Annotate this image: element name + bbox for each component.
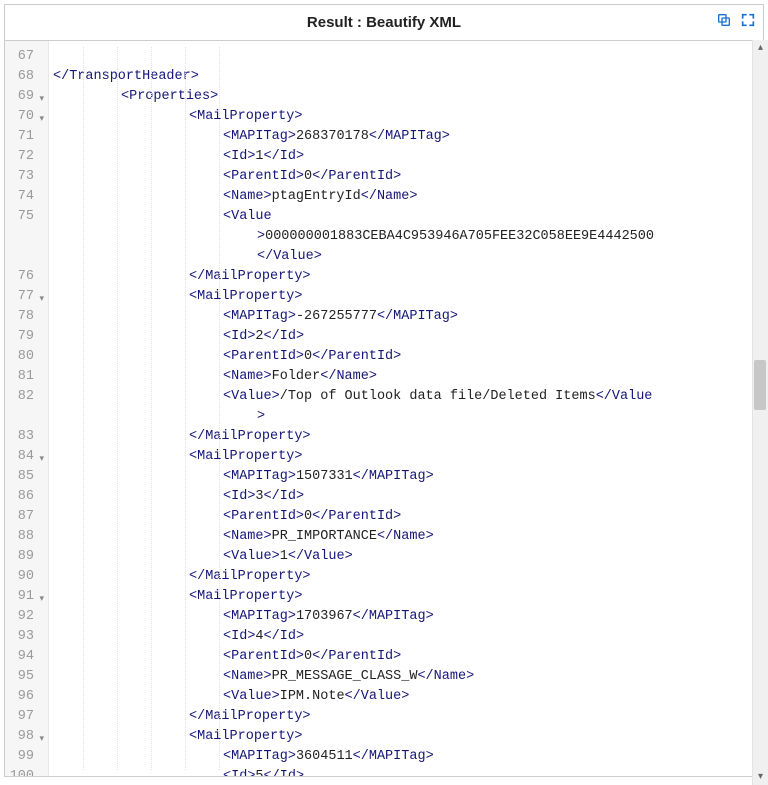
line-number: 91 — [7, 587, 42, 607]
line-number: 98 — [7, 727, 42, 747]
panel-title: Result : Beautify XML — [307, 14, 461, 31]
line-number: 92 — [7, 607, 42, 627]
result-panel: Result : Beautify XML 676869707172737475… — [4, 4, 764, 777]
line-number: 75 — [7, 207, 42, 227]
code-line: <ParentId>0</ParentId> — [53, 507, 761, 527]
line-number: 78 — [7, 307, 42, 327]
code-line: <MAPITag>1703967</MAPITag> — [53, 607, 761, 627]
code-line: <MAPITag>-267255777</MAPITag> — [53, 307, 761, 327]
code-line: <Value>/Top of Outlook data file/Deleted… — [53, 387, 761, 407]
code-line: > — [53, 407, 761, 427]
code-line: <MailProperty> — [53, 287, 761, 307]
line-number: 86 — [7, 487, 42, 507]
panel-header: Result : Beautify XML — [5, 5, 763, 41]
code-line: <MailProperty> — [53, 447, 761, 467]
line-number: 77 — [7, 287, 42, 307]
line-number: 88 — [7, 527, 42, 547]
line-number: 83 — [7, 427, 42, 447]
line-number: 97 — [7, 707, 42, 727]
line-number: 95 — [7, 667, 42, 687]
code-line: </MailProperty> — [53, 707, 761, 727]
code-line: <Id>1</Id> — [53, 147, 761, 167]
code-line — [53, 47, 761, 67]
line-number: 87 — [7, 507, 42, 527]
copy-icon[interactable] — [715, 11, 733, 29]
scroll-up-arrow[interactable]: ▴ — [753, 40, 768, 56]
code-line: </MailProperty> — [53, 427, 761, 447]
scroll-down-arrow[interactable]: ▾ — [753, 769, 768, 785]
line-number — [7, 247, 42, 267]
code-line: <Id>3</Id> — [53, 487, 761, 507]
line-number: 90 — [7, 567, 42, 587]
code-line: <Value>IPM.Note</Value> — [53, 687, 761, 707]
code-line: <Properties> — [53, 87, 761, 107]
line-number: 85 — [7, 467, 42, 487]
code-line: <Id>4</Id> — [53, 627, 761, 647]
code-line: <MailProperty> — [53, 587, 761, 607]
code-line: <Name>Folder</Name> — [53, 367, 761, 387]
header-actions — [715, 11, 757, 29]
code-line: <ParentId>0</ParentId> — [53, 347, 761, 367]
code-line: <MAPITag>1507331</MAPITag> — [53, 467, 761, 487]
line-number — [7, 227, 42, 247]
line-number: 93 — [7, 627, 42, 647]
code-line: <Value — [53, 207, 761, 227]
line-number: 67 — [7, 47, 42, 67]
code-line: </MailProperty> — [53, 267, 761, 287]
vertical-scrollbar[interactable]: ▴ ▾ — [752, 40, 768, 785]
code-content[interactable]: </TransportHeader><Properties><MailPrope… — [49, 41, 763, 776]
line-number: 94 — [7, 647, 42, 667]
code-line: <MAPITag>3604511</MAPITag> — [53, 747, 761, 767]
line-number: 73 — [7, 167, 42, 187]
line-number: 72 — [7, 147, 42, 167]
line-number: 84 — [7, 447, 42, 467]
line-number — [7, 407, 42, 427]
code-line: </MailProperty> — [53, 567, 761, 587]
code-line: <MailProperty> — [53, 727, 761, 747]
line-number: 79 — [7, 327, 42, 347]
code-line: <ParentId>0</ParentId> — [53, 647, 761, 667]
line-number: 70 — [7, 107, 42, 127]
line-number: 81 — [7, 367, 42, 387]
code-line: </TransportHeader> — [53, 67, 761, 87]
line-number: 76 — [7, 267, 42, 287]
line-number: 82 — [7, 387, 42, 407]
line-number: 74 — [7, 187, 42, 207]
expand-icon[interactable] — [739, 11, 757, 29]
line-number: 96 — [7, 687, 42, 707]
line-number: 71 — [7, 127, 42, 147]
line-number: 99 — [7, 747, 42, 767]
line-number: 68 — [7, 67, 42, 87]
line-number: 100 — [7, 767, 42, 776]
code-line: <Name>PR_IMPORTANCE</Name> — [53, 527, 761, 547]
line-number: 89 — [7, 547, 42, 567]
code-line: >000000001883CEBA4C953946A705FEE32C058EE… — [53, 227, 761, 247]
code-line: <Value>1</Value> — [53, 547, 761, 567]
code-line: <MAPITag>268370178</MAPITag> — [53, 127, 761, 147]
scrollbar-thumb[interactable] — [754, 360, 766, 410]
line-number-gutter: 676869707172737475 76777879808182 83848586… — [5, 41, 49, 776]
code-line: <MailProperty> — [53, 107, 761, 127]
line-number: 69 — [7, 87, 42, 107]
code-line: <Name>PR_MESSAGE_CLASS_W</Name> — [53, 667, 761, 687]
code-line: <Name>ptagEntryId</Name> — [53, 187, 761, 207]
line-number: 80 — [7, 347, 42, 367]
code-line: <ParentId>0</ParentId> — [53, 167, 761, 187]
code-line: <Id>5</Id> — [53, 767, 761, 776]
code-line: <Id>2</Id> — [53, 327, 761, 347]
code-line: </Value> — [53, 247, 761, 267]
code-editor[interactable]: 676869707172737475 76777879808182 83848586… — [5, 41, 763, 776]
